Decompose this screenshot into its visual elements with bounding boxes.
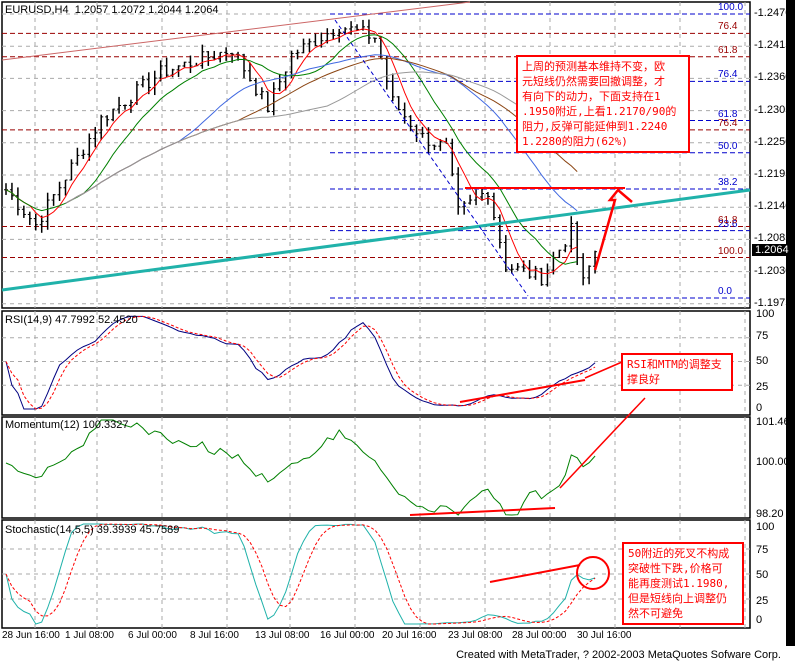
fibonacci-level-label: 76.4	[718, 117, 738, 129]
time-axis-label: 20 Jul 16:00	[382, 630, 437, 641]
price-axis-label: -1.2085	[754, 232, 792, 245]
rsi-title: RSI(14,9)	[5, 314, 53, 326]
current-price-badge: 1.2064	[752, 244, 792, 256]
price-axis-label: -1.2415	[754, 39, 792, 52]
time-axis-label: 8 Jul 16:00	[190, 630, 239, 641]
high-value: 1.2072	[111, 4, 146, 16]
annotation-stochastic: 50附近的死叉不构成 突破性下跌,价格可 能再度测试1.1980, 但是短线向上…	[622, 542, 744, 625]
stochastic-title: Stochastic(14,5,5)	[5, 524, 94, 536]
price-axis-label: -1.2030	[754, 264, 792, 277]
momentum-axis-label: 101.46	[756, 416, 790, 428]
fibonacci-level-label: 0.0	[718, 285, 732, 297]
price-axis-label: -1.1975	[754, 296, 792, 309]
annotation-main: 上周的预测基本维持不变，欧 元短线仍然需要回撤调整，才 有向下的动力，下面支持在…	[516, 55, 690, 153]
time-axis-label: 1 Jul 08:00	[65, 630, 114, 641]
price-axis-label: -1.2470	[754, 7, 792, 19]
fibonacci-level-label: 50.0	[718, 140, 738, 152]
stoch-axis-label: 0	[756, 614, 763, 626]
time-axis-label: 30 Jul 16:00	[577, 630, 632, 641]
stochastic-header: Stochastic(14,5,5) 39.3939 45.7589	[5, 524, 179, 536]
annotation-rsi: RSI和MTM的调整支 撑良好	[621, 353, 733, 391]
stoch-axis-label: 50	[756, 569, 769, 581]
window-edge	[786, 0, 795, 646]
time-axis-label: 23 Jul 08:00	[448, 630, 503, 641]
momentum-header: Momentum(12) 100.3327	[5, 419, 129, 431]
momentum-value: 100.3327	[82, 419, 129, 431]
price-axis-label: -1.2360	[754, 71, 792, 84]
open-value: 1.2057	[74, 4, 109, 16]
indicator-panel	[1, 1, 751, 309]
low-value: 1.2044	[148, 4, 182, 16]
time-axis-label: 6 Jul 00:00	[128, 630, 177, 641]
stoch-axis-label: 25	[756, 595, 769, 607]
metatrader-chart-window: EURUSD,H4 1.2057 1.2072 1.2044 1.2064 -1…	[0, 0, 795, 664]
rsi-value: 47.7992	[55, 314, 95, 326]
symbol-label: EURUSD,H4	[5, 4, 69, 16]
rsi-signal-value: 52.4520	[97, 314, 138, 326]
chart-header: EURUSD,H4 1.2057 1.2072 1.2044 1.2064	[5, 4, 219, 16]
fibonacci-level-label: 76.4	[718, 21, 738, 33]
fibonacci-level-label: 61.8	[718, 214, 738, 226]
fibonacci-level-label: 100.0	[718, 2, 744, 13]
rsi-header: RSI(14,9) 47.7992 52.4520	[5, 314, 138, 326]
rsi-axis-label: 75	[756, 330, 769, 342]
stochastic-signal-value: 45.7589	[139, 524, 180, 536]
rsi-axis-label: 0	[756, 402, 763, 414]
fibonacci-level-label: 38.2	[718, 177, 738, 189]
momentum-axis-label: 100.00	[756, 456, 790, 468]
stoch-axis-label: 75	[756, 544, 769, 556]
rsi-axis-top: 100	[756, 308, 775, 320]
momentum-title: Momentum(12)	[5, 419, 80, 431]
price-axis-label: -1.2140	[754, 200, 792, 213]
price-axis-label: -1.2195	[754, 168, 792, 180]
price-axis-label: -1.2250	[754, 135, 792, 148]
time-axis-label: 16 Jul 00:00	[320, 630, 375, 641]
time-axis-label: 13 Jul 08:00	[255, 630, 310, 641]
footer-credit: Created with MetaTrader, ? 2002-2003 Met…	[456, 649, 781, 661]
close-value: 1.2064	[184, 4, 219, 16]
rsi-axis-label: 50	[756, 355, 769, 367]
stochastic-main-value: 39.3939	[96, 524, 137, 536]
time-axis-label: 28 Jun 16:00	[2, 630, 60, 641]
rsi-axis-label: 25	[756, 381, 769, 393]
time-axis-label: 28 Jul 00:00	[512, 630, 567, 641]
fibonacci-level-label: 76.4	[718, 69, 738, 81]
momentum-axis-label: 98.20	[756, 508, 784, 520]
fibonacci-level-label: 100.0	[718, 245, 744, 257]
price-axis-label: -1.2305	[754, 103, 792, 116]
fibonacci-level-label: 61.8	[718, 44, 738, 56]
stoch-axis-label: 100	[756, 521, 775, 533]
indicator-panel	[1, 416, 751, 519]
